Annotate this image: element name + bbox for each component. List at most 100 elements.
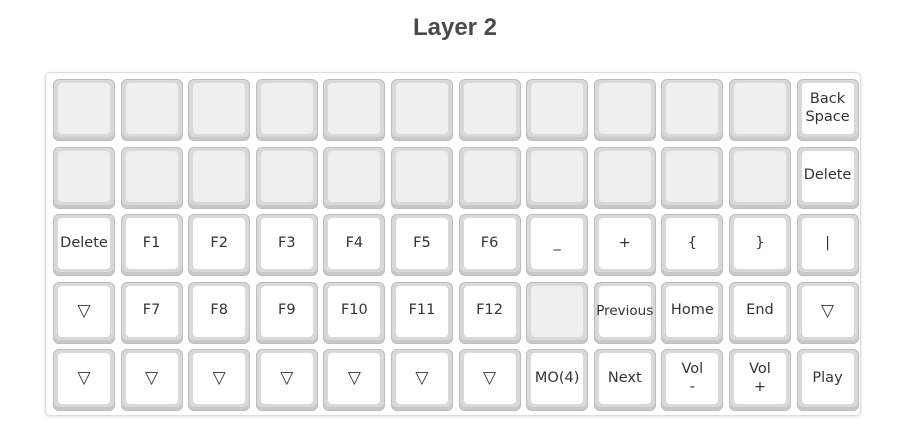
key-blank[interactable]: [390, 79, 453, 141]
key-label: Vol +: [733, 353, 786, 404]
key-label: F3: [260, 218, 313, 269]
keyboard-key[interactable]: ▽: [188, 349, 251, 411]
key-label: Play: [801, 353, 854, 404]
key-blank[interactable]: [323, 79, 386, 141]
key-blank[interactable]: [188, 79, 251, 141]
key-blank[interactable]: [390, 146, 453, 209]
layer-title: Layer 2: [412, 14, 498, 41]
transparent-key-icon: ▽: [801, 285, 854, 337]
key-grid: Back Space Delete Delete F1 F2 F3 F4 F5 F6 _ + {} | ▽…: [53, 79, 859, 411]
key-label: [733, 83, 786, 134]
key-label: F12: [463, 285, 516, 337]
keyboard-key[interactable]: Vol -: [661, 349, 724, 411]
keyboard-key[interactable]: ▽: [390, 349, 453, 411]
keyboard-key[interactable]: F11: [390, 281, 453, 344]
key-label: [328, 83, 381, 134]
keyboard-key[interactable]: Vol +: [728, 349, 791, 411]
key-label: [531, 285, 584, 337]
keyboard-key[interactable]: F7: [120, 281, 183, 344]
key-blank[interactable]: [255, 146, 318, 209]
keyboard-key[interactable]: F1: [120, 214, 183, 276]
keyboard-key[interactable]: Delete: [796, 146, 859, 209]
key-label: F5: [395, 218, 448, 269]
keyboard-key[interactable]: F6: [458, 214, 521, 276]
keyboard-key[interactable]: F9: [255, 281, 318, 344]
keyboard-key[interactable]: F3: [255, 214, 318, 276]
keyboard-key[interactable]: Next: [593, 349, 656, 411]
keyboard-key[interactable]: MO(4): [526, 349, 589, 411]
key-label: [260, 83, 313, 134]
keyboard-key[interactable]: ▽: [323, 349, 386, 411]
key-label: [125, 83, 178, 134]
key-blank[interactable]: [728, 79, 791, 141]
key-label: [328, 150, 381, 202]
transparent-key-icon: ▽: [260, 353, 313, 404]
key-blank[interactable]: [593, 79, 656, 141]
key-blank[interactable]: [593, 146, 656, 209]
key-blank[interactable]: [458, 146, 521, 209]
keyboard-key[interactable]: ▽: [53, 349, 115, 411]
key-label: [395, 150, 448, 202]
key-blank[interactable]: [323, 146, 386, 209]
key-label: F10: [328, 285, 381, 337]
keyboard-key[interactable]: {: [661, 214, 724, 276]
key-label: }: [733, 218, 786, 269]
keyboard-key[interactable]: F2: [188, 214, 251, 276]
key-blank[interactable]: [255, 79, 318, 141]
key-blank[interactable]: [526, 281, 589, 344]
keyboard-key[interactable]: Home: [661, 281, 724, 344]
key-blank[interactable]: [53, 79, 115, 141]
key-label: Delete: [801, 150, 854, 202]
key-blank[interactable]: [120, 79, 183, 141]
keyboard-layout: Back Space Delete Delete F1 F2 F3 F4 F5 F6 _ + {} | ▽…: [45, 72, 861, 416]
key-blank[interactable]: [458, 79, 521, 141]
key-label: Back Space: [801, 83, 854, 134]
keyboard-key[interactable]: ▽: [120, 349, 183, 411]
key-label: [666, 150, 719, 202]
key-label: Previous: [596, 285, 653, 337]
keyboard-key[interactable]: ▽: [458, 349, 521, 411]
keyboard-key[interactable]: _: [526, 214, 589, 276]
key-blank[interactable]: [120, 146, 183, 209]
key-label: F7: [125, 285, 178, 337]
keyboard-key[interactable]: Play: [796, 349, 859, 411]
keyboard-key[interactable]: Previous: [593, 281, 656, 344]
key-label: [260, 150, 313, 202]
key-label: Home: [666, 285, 719, 337]
keyboard-key[interactable]: F12: [458, 281, 521, 344]
key-label: F11: [395, 285, 448, 337]
key-blank[interactable]: [53, 146, 115, 209]
key-blank[interactable]: [526, 146, 589, 209]
keyboard-key[interactable]: ▽: [255, 349, 318, 411]
key-label: F2: [193, 218, 246, 269]
transparent-key-icon: ▽: [58, 285, 110, 337]
keyboard-key[interactable]: F5: [390, 214, 453, 276]
keyboard-key[interactable]: }: [728, 214, 791, 276]
transparent-key-icon: ▽: [463, 353, 516, 404]
keyboard-key[interactable]: ▽: [796, 281, 859, 344]
key-label: [463, 83, 516, 134]
keyboard-key[interactable]: +: [593, 214, 656, 276]
key-blank[interactable]: [661, 146, 724, 209]
keyboard-key[interactable]: Delete: [53, 214, 115, 276]
key-label: End: [733, 285, 786, 337]
key-label: F1: [125, 218, 178, 269]
transparent-key-icon: ▽: [125, 353, 178, 404]
keyboard-key[interactable]: End: [728, 281, 791, 344]
key-blank[interactable]: [661, 79, 724, 141]
keyboard-key[interactable]: ▽: [53, 281, 115, 344]
key-label: [666, 83, 719, 134]
key-blank[interactable]: [728, 146, 791, 209]
keyboard-key[interactable]: |: [796, 214, 859, 276]
key-blank[interactable]: [526, 79, 589, 141]
keyboard-key[interactable]: Back Space: [796, 79, 859, 141]
key-label: [58, 83, 110, 134]
keyboard-key[interactable]: F4: [323, 214, 386, 276]
keyboard-key[interactable]: F8: [188, 281, 251, 344]
keyboard-key[interactable]: F10: [323, 281, 386, 344]
key-label: [531, 150, 584, 202]
key-blank[interactable]: [188, 146, 251, 209]
key-label: Vol -: [666, 353, 719, 404]
transparent-key-icon: ▽: [328, 353, 381, 404]
transparent-key-icon: ▽: [193, 353, 246, 404]
